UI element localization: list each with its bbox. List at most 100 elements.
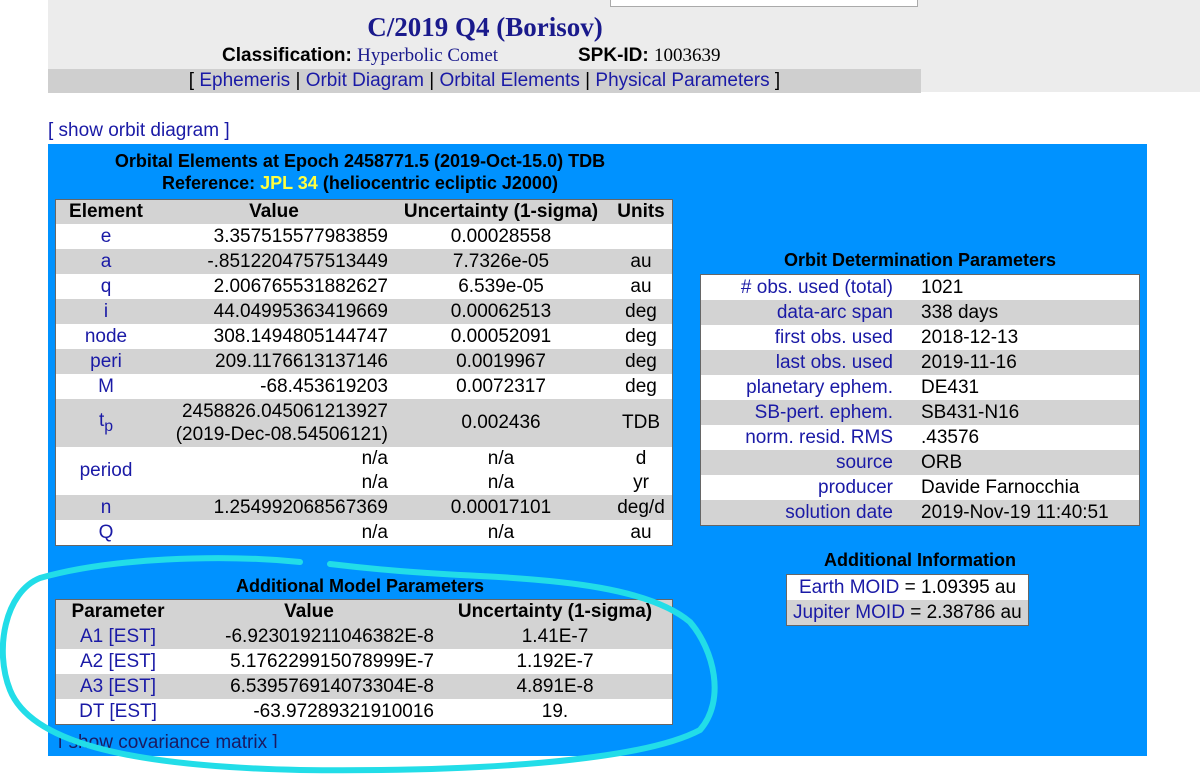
classification-line: Classification: Hyperbolic Comet xyxy=(222,45,498,67)
element-uncertainty: 0.00062513 xyxy=(392,299,610,324)
element-name: Q xyxy=(98,521,114,543)
nav-ephemeris[interactable]: Ephemeris xyxy=(199,70,290,91)
col-uncertainty: Uncertainty (1-sigma) xyxy=(438,599,673,624)
classification-label: Classification: xyxy=(222,45,352,66)
element-units: au xyxy=(630,521,652,543)
element-name: e xyxy=(100,225,112,247)
element-units: d yr xyxy=(610,447,673,495)
parameter-name: A1 [EST] xyxy=(55,624,180,649)
show-orbit-diagram-link[interactable]: [ show orbit diagram ] xyxy=(48,120,230,142)
od-row: solution date 2019-Nov-19 11:40:51 xyxy=(700,500,1140,526)
period-unit-d: d xyxy=(635,448,647,469)
nav-bracket-open: [ xyxy=(188,70,195,91)
od-key: solution date xyxy=(700,500,905,526)
table-row: n 1.254992068567369 0.00017101 deg/d xyxy=(55,495,673,520)
reference-link[interactable]: JPL 34 xyxy=(260,173,318,193)
od-row: SB-pert. ephem. SB431-N16 xyxy=(700,400,1140,425)
element-uncertainty: n/a xyxy=(487,521,515,543)
period-unc-years: n/a xyxy=(487,472,515,493)
od-key: norm. resid. RMS xyxy=(745,426,893,448)
jupiter-moid-link[interactable]: Jupiter MOID xyxy=(793,602,905,623)
table-row: peri 209.1176613137146 0.0019967 deg xyxy=(55,349,673,374)
model-params-heading: Additional Model Parameters xyxy=(235,576,485,596)
od-value: ORB xyxy=(905,450,1140,475)
parameter-uncertainty: 19. xyxy=(541,700,569,722)
table-row: M -68.453619203 0.0072317 deg xyxy=(56,374,673,399)
parameter-name: A2 [EST] xyxy=(79,650,157,672)
earth-moid-value: = 1.09395 au xyxy=(904,576,1017,598)
nav-separator: | xyxy=(295,70,301,91)
element-name: n xyxy=(55,495,156,520)
element-uncertainty: 0.00017101 xyxy=(392,495,610,520)
element-value: 3.357515577983859 xyxy=(213,225,388,247)
element-uncertainty: 7.7326e-05 xyxy=(392,249,610,274)
nav-orbit-diagram[interactable]: Orbit Diagram xyxy=(306,70,424,91)
od-key: source xyxy=(700,450,905,475)
element-value: n/a xyxy=(361,521,388,543)
nav-bracket-close: ] xyxy=(774,70,781,91)
table-row: node 308.1494805144747 0.00052091 deg xyxy=(56,324,673,349)
reference-label: Reference: xyxy=(162,173,256,193)
od-value: DE431 xyxy=(921,376,980,398)
od-key: planetary ephem. xyxy=(746,376,893,398)
element-uncertainty: 0.00052091 xyxy=(450,325,552,347)
table-header-row: Element Value Uncertainty (1-sigma) Unit… xyxy=(55,199,673,224)
element-value: -.8512204757513449 xyxy=(156,249,392,274)
period-days: n/a xyxy=(361,448,388,469)
section-nav: [ Ephemeris | Orbit Diagram | Orbital El… xyxy=(48,69,921,93)
od-row: data-arc span 338 days xyxy=(700,300,1140,325)
od-row: # obs. used (total) 1021 xyxy=(701,275,1140,301)
element-name: period xyxy=(79,460,133,481)
element-units: deg xyxy=(610,299,673,324)
nav-physical-parameters[interactable]: Physical Parameters xyxy=(595,70,769,91)
table-row: a -.8512204757513449 7.7326e-05 au xyxy=(55,249,673,274)
table-row: i 44.04995363419669 0.00062513 deg xyxy=(55,299,673,324)
od-value: SB431-N16 xyxy=(905,400,1140,425)
element-units: TDB xyxy=(610,399,673,447)
parameter-uncertainty: 4.891E-8 xyxy=(438,674,673,699)
earth-moid-link[interactable]: Earth MOID xyxy=(799,577,899,598)
od-key: # obs. used (total) xyxy=(740,276,893,298)
element-value: n/a n/a xyxy=(156,447,392,495)
table-row: q 2.006765531882627 6.539e-05 au xyxy=(56,274,673,299)
element-uncertainty: 0.0072317 xyxy=(456,375,546,397)
od-row: planetary ephem. DE431 xyxy=(701,375,1140,400)
od-value: 338 days xyxy=(905,300,1140,325)
od-key: data-arc span xyxy=(700,300,905,325)
od-row: norm. resid. RMS .43576 xyxy=(701,425,1140,450)
moid-row: Earth MOID = 1.09395 au xyxy=(787,575,1029,601)
element-units: au xyxy=(630,275,652,297)
covariance-link-clip: [ show covariance matrix ] xyxy=(48,728,672,748)
table-row: A1 [EST] -6.923019211046382E-8 1.41E-7 xyxy=(55,624,673,649)
table-row: DT [EST] -63.97289321910016 19. xyxy=(56,699,673,725)
col-element: Element xyxy=(55,199,156,224)
orbital-elements-heading: Orbital Elements at Epoch 2458771.5 (201… xyxy=(48,150,672,194)
od-value: 2019-11-16 xyxy=(905,350,1140,375)
parameter-value: 6.539576914073304E-8 xyxy=(180,674,438,699)
od-value: 2019-Nov-19 11:40:51 xyxy=(905,500,1140,526)
element-value: 1.254992068567369 xyxy=(156,495,392,520)
tp-value-jd: 2458826.045061213927 xyxy=(181,401,388,422)
od-key: last obs. used xyxy=(700,350,905,375)
col-units: Units xyxy=(610,199,673,224)
element-units: au xyxy=(610,249,673,274)
orbit-determination-table: # obs. used (total) 1021 data-arc span 338… xyxy=(700,274,1140,526)
show-covariance-link[interactable]: [ show covariance matrix ] xyxy=(58,732,278,748)
moid-table: Earth MOID = 1.09395 au Jupiter MOID = 2… xyxy=(786,574,1029,626)
table-row-tp: tp 2458826.045061213927 (2019-Dec-08.545… xyxy=(55,399,673,447)
element-units xyxy=(610,224,673,249)
parameter-uncertainty: 1.41E-7 xyxy=(438,624,673,649)
element-value: 2.006765531882627 xyxy=(213,275,388,297)
tp-subscript: p xyxy=(104,417,114,435)
element-uncertainty: 0.002436 xyxy=(392,399,610,447)
table-row: e 3.357515577983859 0.00028558 xyxy=(56,224,673,249)
od-row: producer Davide Farnocchia xyxy=(701,475,1140,500)
nav-separator: | xyxy=(585,70,591,91)
search-box-edge[interactable] xyxy=(610,0,918,7)
element-units: deg/d xyxy=(610,495,673,520)
nav-orbital-elements[interactable]: Orbital Elements xyxy=(439,70,579,91)
table-row: A3 [EST] 6.539576914073304E-8 4.891E-8 xyxy=(55,674,673,699)
element-uncertainty: 0.00028558 xyxy=(450,225,552,247)
reference-frame: (heliocentric ecliptic J2000) xyxy=(322,173,558,193)
orbital-elements-table: Element Value Uncertainty (1-sigma) Unit… xyxy=(55,199,673,546)
